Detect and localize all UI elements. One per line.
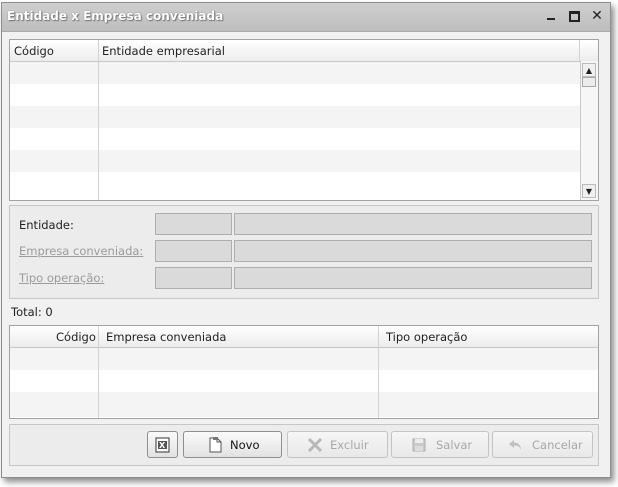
delete-x-icon xyxy=(307,437,323,453)
novo-button[interactable]: Novo xyxy=(183,431,282,458)
column-header-empresa[interactable]: Empresa conveniada xyxy=(106,330,226,344)
column-divider xyxy=(378,326,379,418)
tipo-code-field[interactable] xyxy=(155,267,232,289)
tipo-name-field[interactable] xyxy=(234,267,592,289)
vertical-scrollbar[interactable]: ▲ ▼ xyxy=(580,61,598,200)
floppy-disk-icon xyxy=(412,438,426,452)
column-header-codigo[interactable]: Código xyxy=(14,44,54,58)
entidade-name-field[interactable] xyxy=(234,213,592,235)
total-count: Total: 0 xyxy=(11,305,53,319)
cancelar-label: Cancelar xyxy=(532,438,583,452)
column-divider xyxy=(579,40,580,61)
salvar-label: Salvar xyxy=(436,438,473,452)
column-header-codigo[interactable]: Código xyxy=(56,330,96,344)
export-excel-button[interactable]: X xyxy=(147,431,178,458)
close-icon[interactable]: ✕ xyxy=(590,9,604,23)
entidade-label: Entidade: xyxy=(19,218,74,232)
tipo-operacao-label[interactable]: Tipo operação: xyxy=(19,271,104,285)
empresa-conveniada-label[interactable]: Empresa conveniada: xyxy=(19,244,143,258)
cancelar-button[interactable]: Cancelar xyxy=(492,431,593,458)
scroll-thumb[interactable] xyxy=(582,77,596,87)
minimize-icon[interactable] xyxy=(544,9,558,23)
title-bar[interactable]: Entidade x Empresa conveniada ✕ xyxy=(2,3,610,32)
excluir-button[interactable]: Excluir xyxy=(287,431,388,458)
new-document-icon xyxy=(209,437,222,453)
window-title: Entidade x Empresa conveniada xyxy=(7,9,224,23)
table-row[interactable] xyxy=(10,150,580,172)
scroll-down-icon[interactable]: ▼ xyxy=(582,184,596,198)
empresa-grid[interactable]: Código Empresa conveniada Tipo operação xyxy=(9,325,599,419)
dialog-window: Entidade x Empresa conveniada ✕ Código E… xyxy=(1,2,611,478)
table-row[interactable] xyxy=(10,106,580,128)
column-divider xyxy=(98,326,99,418)
entry-form: Entidade: Empresa conveniada: Tipo opera… xyxy=(9,205,599,299)
excel-export-icon: X xyxy=(155,437,170,453)
action-toolbar: X Novo Excluir Salvar Cancelar xyxy=(9,424,599,466)
svg-text:X: X xyxy=(159,441,166,450)
novo-label: Novo xyxy=(230,438,260,452)
empresa-code-field[interactable] xyxy=(155,240,232,262)
column-divider xyxy=(98,40,99,200)
empresa-name-field[interactable] xyxy=(234,240,592,262)
scroll-up-icon[interactable]: ▲ xyxy=(582,63,596,77)
maximize-icon[interactable] xyxy=(567,9,581,23)
column-header-entidade[interactable]: Entidade empresarial xyxy=(102,44,225,58)
excluir-label: Excluir xyxy=(330,438,369,452)
table-row[interactable] xyxy=(10,62,580,84)
undo-arrow-icon xyxy=(509,440,521,450)
column-header-tipo[interactable]: Tipo operação xyxy=(386,330,467,344)
salvar-button[interactable]: Salvar xyxy=(391,431,489,458)
entidade-grid[interactable]: Código Entidade empresarial ▲ ▼ xyxy=(9,39,599,201)
entidade-code-field[interactable] xyxy=(155,213,232,235)
